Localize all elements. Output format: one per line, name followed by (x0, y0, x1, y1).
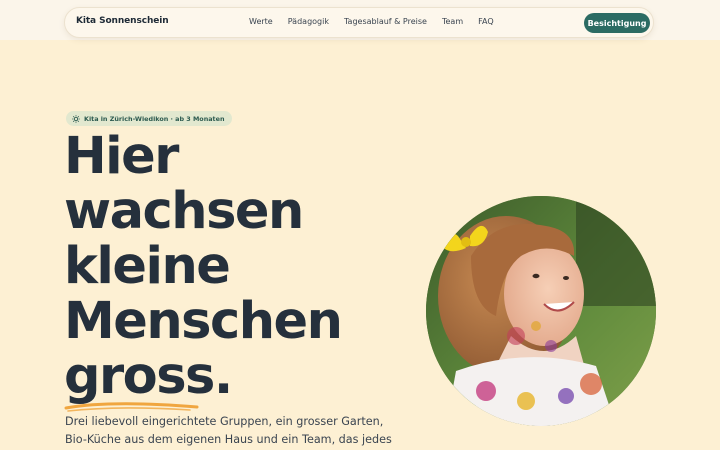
headline-line-3: kleine (64, 237, 231, 296)
hero-child-photo (426, 196, 656, 426)
location-badge: Kita in Zürich-Wiedikon · ab 3 Monaten (66, 111, 232, 126)
nav-link-werte[interactable]: Werte (249, 17, 273, 31)
brand-logo[interactable]: Kita Sonnenschein (76, 16, 169, 26)
underline-swash (64, 402, 199, 412)
badge-text: Kita in Zürich-Wiedikon · ab 3 Monaten (84, 114, 225, 123)
navbar: Kita Sonnenschein Werte Pädagogik Tagesa… (64, 7, 654, 38)
nav-link-faq[interactable]: FAQ (478, 17, 494, 31)
nav-link-team[interactable]: Team (442, 17, 463, 31)
headline-line-1: Hier (64, 127, 179, 186)
nav-link-paedagogik[interactable]: Pädagogik (288, 17, 329, 31)
hero-headline: Hier wachsen kleine Menschen gross. (64, 127, 343, 412)
hero-lead: Drei liebevoll eingerichtete Gruppen, ei… (65, 415, 392, 446)
nav-links: Werte Pädagogik Tagesablauf & Preise Tea… (249, 17, 494, 31)
nav-link-tagesablauf-preise[interactable]: Tagesablauf & Preise (344, 17, 427, 31)
headline-emphasis-word: gross (64, 347, 215, 406)
headline-line-4: Menschen (64, 292, 343, 351)
besichtigung-button[interactable]: Besichtigung (584, 13, 650, 33)
headline-emphasis: gross (64, 347, 215, 412)
headline-line-2: wachsen (64, 182, 304, 241)
sun-icon (72, 114, 80, 123)
headline-punct: . (213, 347, 233, 406)
headline-line-5: gross. (64, 347, 341, 412)
